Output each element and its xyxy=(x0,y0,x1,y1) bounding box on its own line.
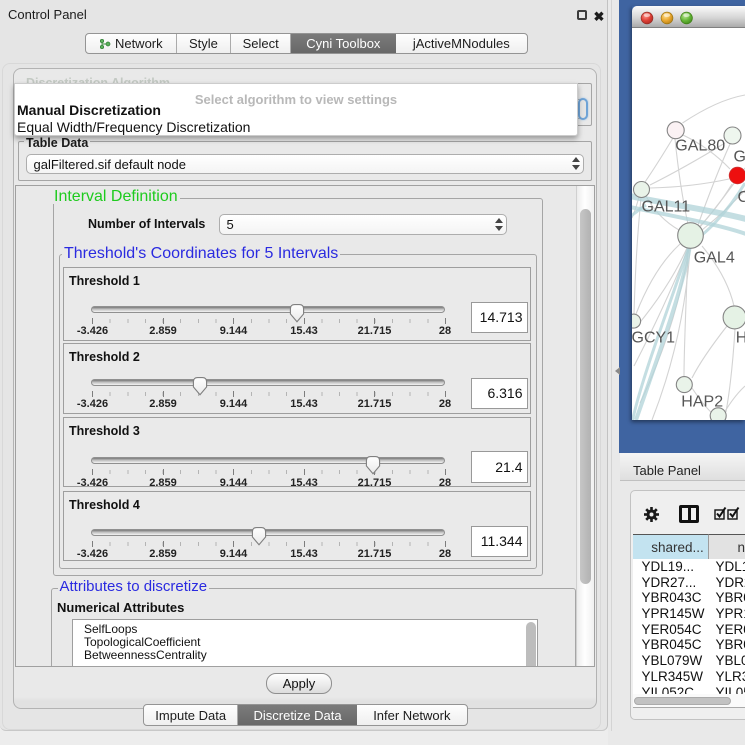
svg-text:HI: HI xyxy=(736,329,745,346)
svg-text:GAL4: GAL4 xyxy=(694,250,735,267)
svg-text:GAL11: GAL11 xyxy=(642,199,691,216)
svg-text:GA: GA xyxy=(734,148,745,165)
svg-text:HAP2: HAP2 xyxy=(681,393,723,410)
svg-text:GCY1: GCY1 xyxy=(632,329,675,346)
svg-text:GAL80: GAL80 xyxy=(675,137,725,154)
svg-text:CY: CY xyxy=(738,189,745,206)
